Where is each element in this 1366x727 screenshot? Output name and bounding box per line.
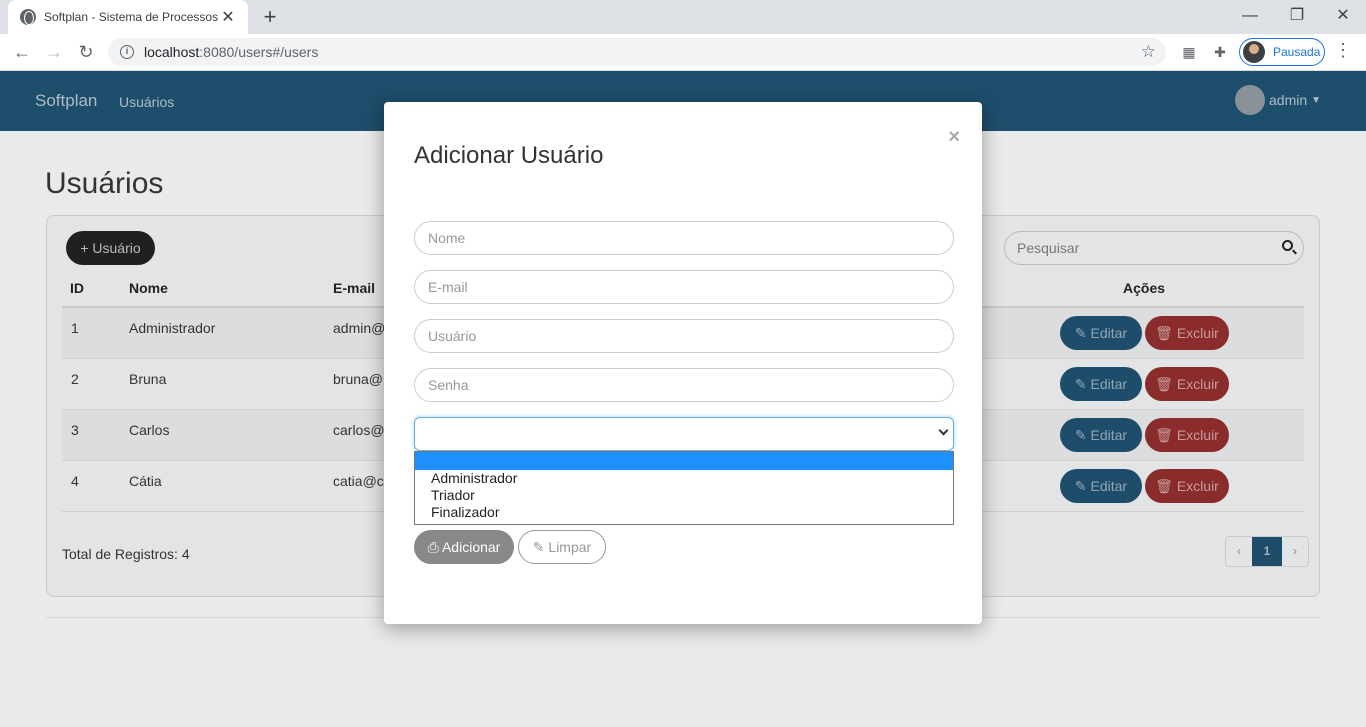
browser-tab[interactable]: Softplan - Sistema de Processos ✕ xyxy=(8,0,248,34)
role-option-administrador[interactable]: Administrador xyxy=(415,470,953,487)
address-bar[interactable]: i localhost:8080/users#/users ☆ xyxy=(108,38,1166,66)
minimize-button[interactable]: — xyxy=(1236,4,1264,28)
email-field[interactable]: E-mail xyxy=(414,270,954,304)
info-icon[interactable]: i xyxy=(120,45,134,59)
tab-close-icon[interactable]: ✕ xyxy=(220,7,236,27)
bookmark-star-icon[interactable]: ☆ xyxy=(1141,42,1156,62)
browser-menu-icon[interactable]: ⋮ xyxy=(1334,40,1352,61)
reload-button[interactable]: ↻ xyxy=(74,40,98,64)
browser-toolbar: ← → ↻ i localhost:8080/users#/users ☆ ▦ … xyxy=(0,34,1366,71)
role-option-finalizador[interactable]: Finalizador xyxy=(415,504,953,521)
globe-icon xyxy=(20,9,36,25)
password-field[interactable]: Senha xyxy=(414,368,954,402)
role-select[interactable] xyxy=(414,417,954,451)
clear-button[interactable]: ✎ Limpar xyxy=(518,530,606,564)
window-close-button[interactable]: ✕ xyxy=(1329,4,1357,28)
profile-button[interactable]: Pausada xyxy=(1239,38,1325,66)
back-button[interactable]: ← xyxy=(10,40,34,64)
role-dropdown-list: Administrador Triador Finalizador xyxy=(414,451,954,525)
username-field[interactable]: Usuário xyxy=(414,319,954,353)
browser-tabbar: Softplan - Sistema de Processos ✕ + — ❐ … xyxy=(0,0,1366,34)
forward-button[interactable]: → xyxy=(42,40,66,64)
modal-close-icon[interactable]: × xyxy=(948,126,960,149)
name-field[interactable]: Nome xyxy=(414,221,954,255)
qr-code-icon[interactable]: ▦ xyxy=(1179,42,1199,62)
modal-title: Adicionar Usuário xyxy=(414,142,604,169)
chevron-down-icon xyxy=(938,425,949,436)
extensions-puzzle-icon[interactable]: ✚ xyxy=(1210,42,1230,62)
new-tab-button[interactable]: + xyxy=(258,5,282,29)
add-user-modal: × Adicionar Usuário Nome E-mail Usuário … xyxy=(384,102,982,624)
role-option-triador[interactable]: Triador xyxy=(415,487,953,504)
role-option-empty[interactable] xyxy=(415,452,953,470)
profile-avatar xyxy=(1243,41,1265,63)
profile-label: Pausada xyxy=(1273,45,1321,59)
add-button[interactable]: ⎙ Adicionar xyxy=(414,530,514,564)
url-text: localhost:8080/users#/users xyxy=(144,44,319,60)
restore-button[interactable]: ❐ xyxy=(1283,4,1311,28)
tab-title: Softplan - Sistema de Processos xyxy=(44,10,219,24)
